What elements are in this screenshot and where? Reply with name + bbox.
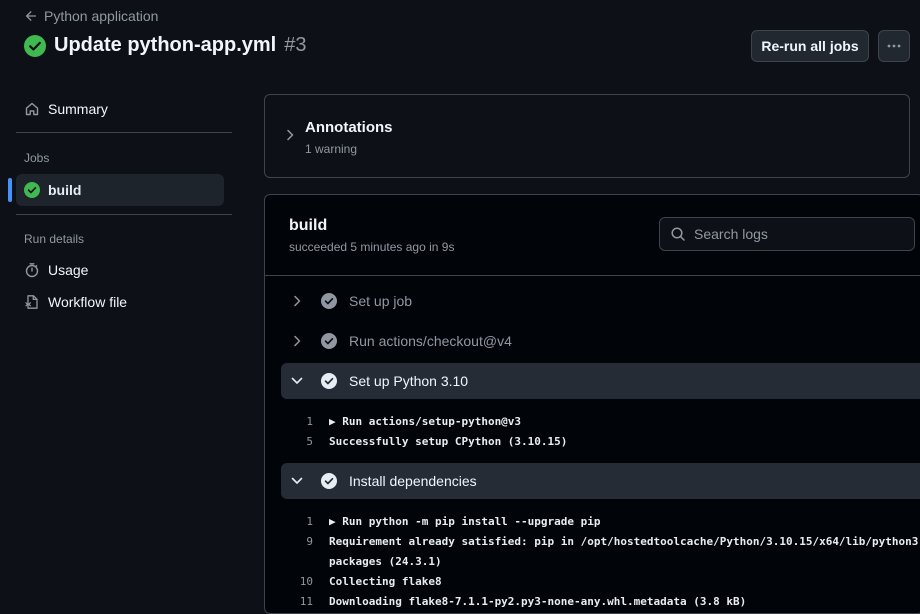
sidebar-item-label: Summary xyxy=(48,101,108,117)
run-details-heading: Run details xyxy=(24,232,85,246)
run-number: #3 xyxy=(284,34,307,56)
chevron-down-icon xyxy=(281,475,313,487)
sidebar-divider xyxy=(16,214,232,215)
sidebar-item-workflow-file[interactable]: Workflow file xyxy=(24,294,127,310)
step-check-icon xyxy=(313,333,345,349)
file-code-icon xyxy=(24,294,40,310)
step-run-checkout[interactable]: Run actions/checkout@v4 xyxy=(281,323,920,359)
log-text: Requirement already satisfied: pip in /o… xyxy=(329,534,920,548)
chevron-down-icon xyxy=(281,375,313,387)
job-log-panel: build succeeded 5 minutes ago in 9s Set … xyxy=(264,194,920,614)
log-text: packages (24.3.1) xyxy=(329,554,442,568)
log-text: ▶ Run actions/setup-python@v3 xyxy=(329,414,522,428)
line-number: 9 xyxy=(306,534,313,548)
chevron-right-icon xyxy=(281,334,313,348)
step-set-up-python[interactable]: Set up Python 3.10 xyxy=(281,363,920,399)
rerun-all-jobs-button[interactable]: Re-run all jobs xyxy=(751,30,869,62)
sidebar-item-summary[interactable]: Summary xyxy=(24,101,108,117)
active-indicator xyxy=(8,178,12,202)
step-set-up-job[interactable]: Set up job xyxy=(281,283,920,319)
step-label: Install dependencies xyxy=(349,473,477,489)
search-logs-input[interactable] xyxy=(694,226,894,242)
annotations-count: 1 warning xyxy=(305,142,358,156)
line-number: 5 xyxy=(306,434,313,448)
log-line: packages (24.3.1) xyxy=(281,551,920,571)
step-label: Set up job xyxy=(349,293,413,309)
sidebar-item-usage[interactable]: Usage xyxy=(24,262,88,278)
success-check-icon xyxy=(24,34,46,57)
job-name: build xyxy=(289,217,328,234)
stopwatch-icon xyxy=(24,262,40,278)
back-link[interactable]: Python application xyxy=(24,8,158,24)
line-number: 10 xyxy=(299,574,313,588)
jobs-heading: Jobs xyxy=(24,151,50,165)
annotations-panel[interactable]: Annotations 1 warning xyxy=(264,94,910,178)
arrow-left-icon xyxy=(24,9,38,23)
step-label: Set up Python 3.10 xyxy=(349,373,469,389)
log-text: Downloading flake8-7.1.1-py2.py3-none-an… xyxy=(329,594,747,608)
sidebar-divider xyxy=(16,132,232,133)
log-line: 9 Requirement already satisfied: pip in … xyxy=(281,531,920,551)
chevron-right-icon xyxy=(284,128,296,142)
home-icon xyxy=(24,101,40,117)
success-check-icon xyxy=(24,182,40,198)
kebab-horizontal-icon xyxy=(886,38,902,54)
log-line: 11 Downloading flake8-7.1.1-py2.py3-none… xyxy=(281,591,920,611)
step-install-dependencies[interactable]: Install dependencies xyxy=(281,463,920,499)
step-label: Run actions/checkout@v4 xyxy=(349,333,512,349)
step-check-icon xyxy=(313,293,345,309)
more-options-button[interactable] xyxy=(878,30,910,62)
chevron-right-icon xyxy=(281,294,313,308)
title-text: Update python-app.yml xyxy=(54,34,277,56)
sidebar-item-label: build xyxy=(48,182,82,198)
sidebar-item-build[interactable]: build xyxy=(16,174,224,206)
job-header-divider xyxy=(265,275,920,276)
step-check-icon xyxy=(313,373,345,389)
search-icon xyxy=(670,226,686,242)
log-line[interactable]: 1 ▶ Run actions/setup-python@v3 xyxy=(281,411,920,431)
log-line[interactable]: 1 ▶ Run python -m pip install --upgrade … xyxy=(281,511,920,531)
line-number: 1 xyxy=(306,514,313,528)
log-text: Collecting flake8 xyxy=(329,574,442,588)
log-text: ▶ Run python -m pip install --upgrade pi… xyxy=(329,514,601,528)
sidebar-item-label: Usage xyxy=(48,262,89,278)
sidebar-item-label: Workflow file xyxy=(48,294,128,310)
annotations-title: Annotations xyxy=(305,119,393,136)
job-status: succeeded 5 minutes ago in 9s xyxy=(289,240,455,254)
step-check-icon xyxy=(313,473,345,489)
search-logs-field[interactable] xyxy=(659,217,915,251)
back-link-label: Python application xyxy=(44,8,159,24)
log-line: 5 Successfully setup CPython (3.10.15) xyxy=(281,431,920,451)
log-line: 10 Collecting flake8 xyxy=(281,571,920,591)
line-number: 11 xyxy=(299,594,313,608)
page-title: Update python-app.yml #3 xyxy=(24,34,306,57)
log-text: Successfully setup CPython (3.10.15) xyxy=(329,434,568,448)
line-number: 1 xyxy=(306,414,313,428)
